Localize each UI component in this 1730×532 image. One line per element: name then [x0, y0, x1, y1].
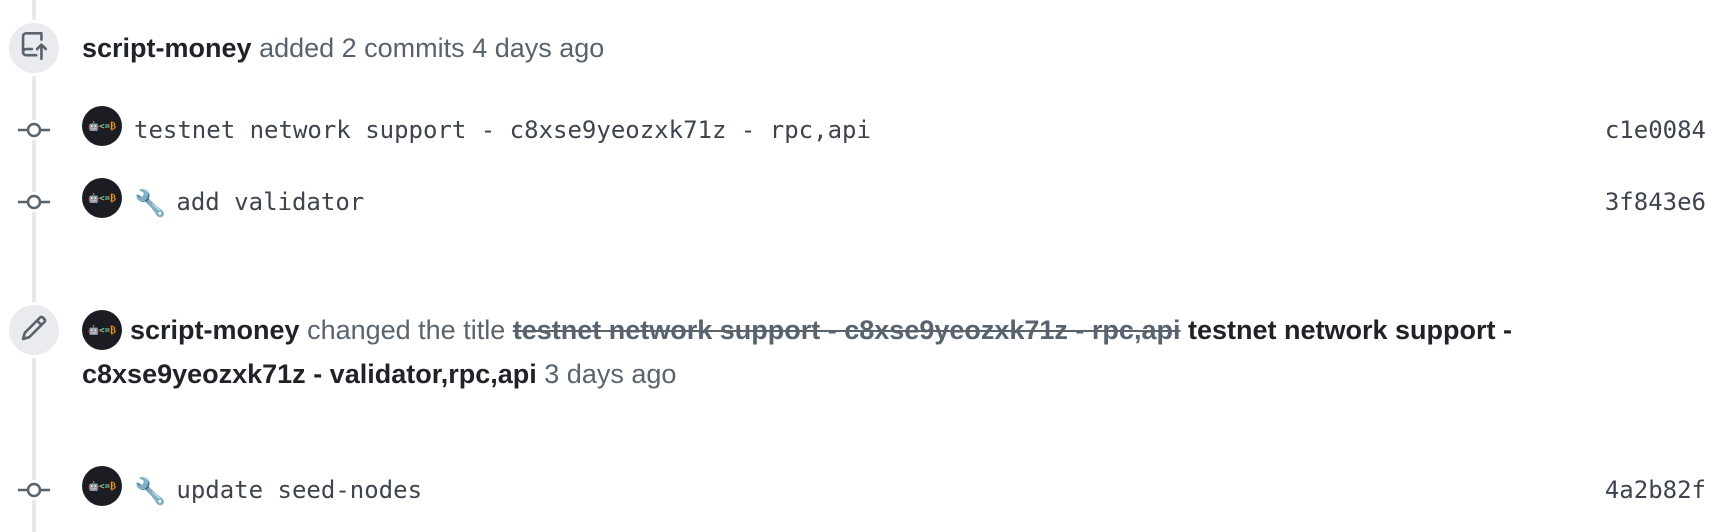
event-action: changed the title: [307, 315, 506, 345]
old-title: testnet network support - c8xse9yeozxk71…: [512, 315, 1181, 345]
repo-push-icon: [20, 31, 48, 65]
pencil-icon: [20, 314, 48, 347]
avatar[interactable]: 🤖<=₿: [82, 466, 122, 506]
avatar[interactable]: 🤖<=₿: [82, 106, 122, 146]
event-time[interactable]: 3 days ago: [544, 359, 676, 389]
wrench-emoji: 🔧: [134, 477, 167, 507]
commit-message-link[interactable]: update seed-nodes: [176, 476, 422, 504]
git-commit-icon: [18, 480, 50, 500]
commit-message-link[interactable]: add validator: [176, 188, 364, 216]
event-author-link[interactable]: script-money: [82, 33, 252, 63]
commit-message-link[interactable]: testnet network support - c8xse9yeozxk71…: [134, 114, 871, 146]
push-event-badge: [6, 20, 62, 76]
timeline-line: [32, 0, 36, 532]
pr-timeline: script-money added 2 commits 4 days ago …: [0, 0, 1730, 532]
event-author-link[interactable]: script-money: [130, 315, 300, 345]
avatar[interactable]: 🤖<=₿: [82, 178, 122, 218]
wrench-emoji: 🔧: [134, 189, 167, 219]
commit-message-row: 🔧 add validator: [134, 186, 364, 220]
commit-sha-link[interactable]: 4a2b82f: [1605, 474, 1706, 506]
commit-sha-link[interactable]: c1e0084: [1605, 114, 1706, 146]
event-action: added 2 commits: [259, 33, 465, 63]
commit-sha-link[interactable]: 3f843e6: [1605, 186, 1706, 218]
git-commit-icon: [18, 120, 50, 140]
rename-event-badge: [6, 302, 62, 358]
push-event-text: script-money added 2 commits 4 days ago: [82, 26, 604, 70]
event-time[interactable]: 4 days ago: [472, 33, 604, 63]
git-commit-icon: [18, 192, 50, 212]
title-change-text: script-money changed the title testnet n…: [82, 308, 1702, 396]
commit-message-row: 🔧 update seed-nodes: [134, 474, 422, 508]
